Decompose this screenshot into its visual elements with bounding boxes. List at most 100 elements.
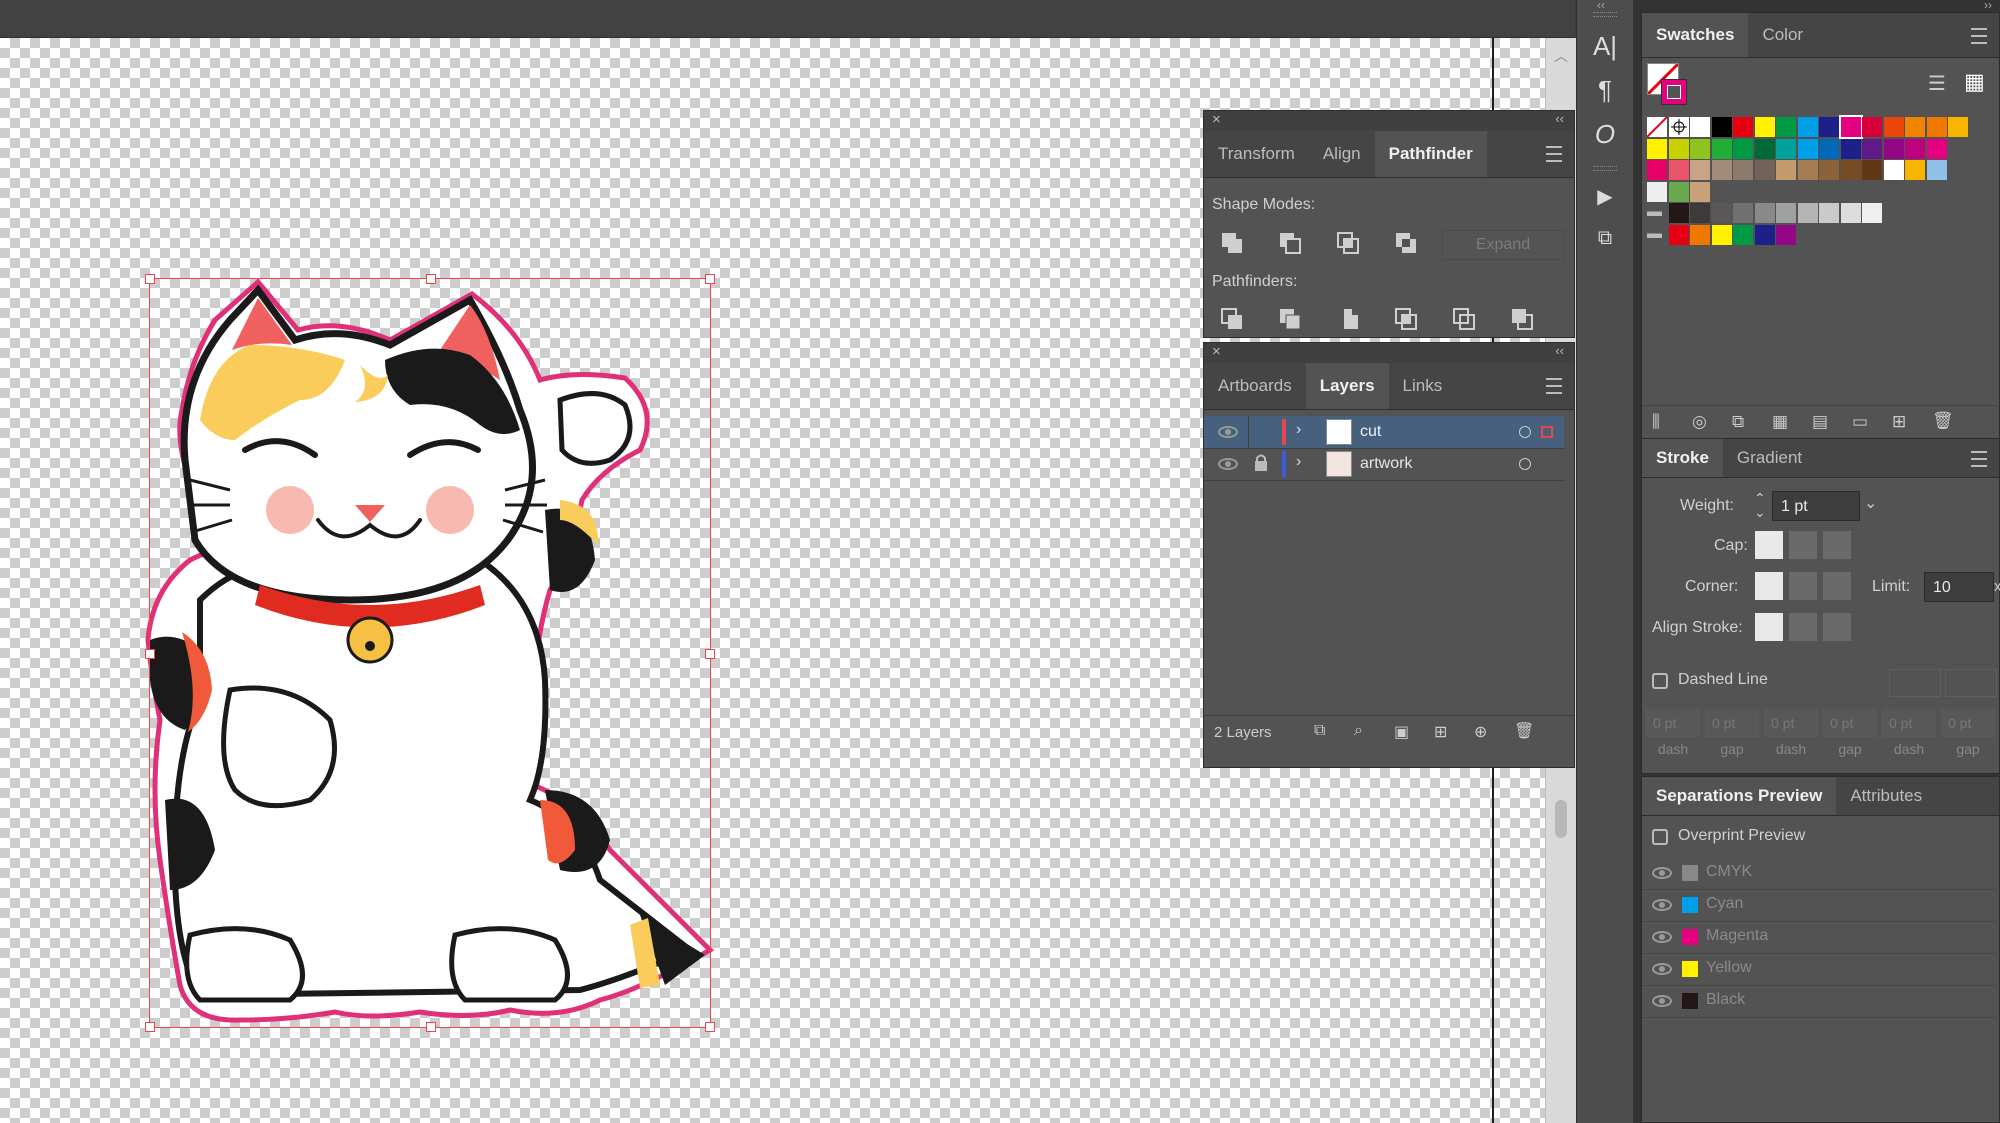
swatch[interactable] [1905, 117, 1925, 137]
tab-gradient[interactable]: Gradient [1723, 439, 1816, 477]
tab-artboards[interactable]: Artboards [1204, 363, 1306, 409]
plate-row-yellow[interactable]: Yellow [1642, 953, 1997, 986]
handle-top-right[interactable] [705, 274, 715, 284]
new-color-group-icon[interactable]: ▭ [1852, 412, 1868, 432]
panel-titlebar[interactable]: × ‹‹ [1204, 111, 1574, 131]
chevron-right-icon[interactable]: › [1296, 453, 1301, 471]
swatch[interactable] [1668, 203, 1689, 223]
swatch[interactable] [1647, 160, 1667, 180]
expand-icon[interactable]: ›› [1984, 0, 1992, 12]
swatch[interactable] [1883, 117, 1904, 137]
artboard-navigator-icon[interactable]: ⧉ [1583, 218, 1627, 258]
swatch[interactable] [1690, 224, 1710, 245]
panel-menu-icon[interactable] [1546, 146, 1562, 162]
swatch[interactable] [1862, 138, 1882, 159]
swatch-options-icon[interactable]: ⧉ [1732, 412, 1744, 432]
visibility-eye-icon[interactable] [1652, 995, 1672, 1007]
panel-menu-icon[interactable] [1971, 28, 1987, 44]
trim-button[interactable] [1274, 304, 1306, 334]
collapse-icon[interactable]: ‹‹ [1555, 343, 1564, 358]
handle-bottom-middle[interactable] [426, 1022, 436, 1032]
swatch[interactable] [1840, 160, 1861, 180]
swatch-pattern-leaf[interactable] [1668, 181, 1689, 202]
dash-input[interactable]: 0 pt [1646, 709, 1700, 737]
unite-button[interactable] [1216, 228, 1248, 258]
swatch[interactable] [1840, 138, 1861, 159]
plate-row-cyan[interactable]: Cyan [1642, 889, 1997, 922]
clipping-mask-icon[interactable]: ▣ [1394, 722, 1409, 742]
layer-row-artwork[interactable]: › artwork [1204, 448, 1564, 481]
swatch-library-list-icon[interactable]: ▤ [1812, 412, 1828, 432]
merge-button[interactable] [1332, 304, 1364, 334]
projecting-cap-button[interactable] [1823, 531, 1851, 559]
list-view-icon[interactable]: ☰ [1928, 71, 1946, 96]
swatch[interactable] [1797, 160, 1818, 180]
align-inside-button[interactable] [1789, 613, 1817, 641]
grid-view-icon[interactable]: ▦ [1964, 69, 1985, 95]
swatch[interactable] [1668, 138, 1689, 159]
tab-separations-preview[interactable]: Separations Preview [1642, 777, 1837, 815]
weight-stepper[interactable]: ⌃ ⌄ [1754, 491, 1766, 519]
round-join-button[interactable] [1789, 572, 1817, 600]
swatch[interactable] [1862, 203, 1882, 223]
swatch[interactable] [1711, 224, 1732, 245]
swatch[interactable] [1690, 117, 1710, 137]
swatch[interactable] [1838, 115, 1863, 139]
layer-name[interactable]: artwork [1360, 455, 1412, 473]
swatch[interactable] [1776, 160, 1796, 180]
grip-handle[interactable] [1593, 12, 1617, 17]
swatch[interactable] [1754, 138, 1775, 159]
visibility-eye-icon[interactable] [1652, 963, 1672, 975]
swatch-pattern-dots[interactable] [1647, 181, 1667, 202]
swatch[interactable] [1647, 138, 1667, 159]
swatch[interactable] [1797, 138, 1818, 159]
handle-middle-left[interactable] [145, 649, 155, 659]
handle-top-middle[interactable] [426, 274, 436, 284]
swatch[interactable] [1668, 224, 1689, 245]
panel-menu-icon[interactable] [1546, 378, 1562, 394]
visibility-eye-icon[interactable] [1218, 426, 1238, 438]
gap-input[interactable]: 0 pt [1941, 709, 1995, 737]
scroll-up-icon[interactable]: ︿ [1554, 46, 1568, 66]
tab-layers[interactable]: Layers [1305, 363, 1389, 409]
swatch-libraries-icon[interactable]: ⫼ [1652, 412, 1660, 432]
swatch[interactable] [1776, 117, 1796, 137]
visibility-eye-icon[interactable] [1652, 899, 1672, 911]
align-center-button[interactable] [1755, 613, 1783, 641]
bevel-join-button[interactable] [1823, 572, 1851, 600]
swatch[interactable] [1733, 117, 1753, 137]
swatch[interactable] [1754, 160, 1775, 180]
tab-swatches[interactable]: Swatches [1642, 13, 1749, 57]
swatch[interactable] [1754, 117, 1775, 137]
new-layer-icon[interactable]: ⊕ [1474, 722, 1487, 742]
swatch[interactable] [1819, 160, 1839, 180]
target-circle-icon[interactable] [1519, 426, 1531, 438]
swatch[interactable] [1948, 117, 1968, 137]
grip-handle[interactable] [1593, 166, 1617, 171]
weight-input[interactable]: 1 pt [1772, 491, 1860, 521]
search-icon[interactable]: ⌕ [1354, 722, 1363, 740]
visibility-eye-icon[interactable] [1218, 458, 1238, 470]
preserve-dash-button[interactable] [1889, 669, 1941, 697]
tab-transform[interactable]: Transform [1204, 131, 1309, 177]
panel-titlebar[interactable]: × ‹‹ [1204, 343, 1574, 363]
swatch-pattern-tile[interactable] [1690, 181, 1710, 202]
lock-toggle[interactable] [1248, 416, 1277, 448]
visibility-eye-icon[interactable] [1652, 867, 1672, 879]
swatch[interactable] [1776, 203, 1796, 223]
close-icon[interactable]: × [1212, 343, 1221, 360]
swatch[interactable] [1926, 117, 1947, 137]
handle-bottom-right[interactable] [705, 1022, 715, 1032]
swatch[interactable] [1819, 203, 1839, 223]
lock-icon[interactable] [1254, 454, 1267, 471]
trash-icon[interactable]: 🗑 [1932, 411, 1954, 431]
swatch[interactable] [1819, 117, 1839, 137]
visibility-eye-icon[interactable] [1652, 931, 1672, 943]
swatch[interactable] [1690, 203, 1710, 223]
swatch[interactable] [1711, 138, 1732, 159]
target-circle-icon[interactable] [1519, 458, 1531, 470]
swatch[interactable] [1883, 138, 1904, 159]
swatch[interactable] [1668, 160, 1689, 180]
tab-pathfinder[interactable]: Pathfinder [1374, 131, 1487, 177]
export-icon[interactable]: ⧉ [1314, 722, 1325, 740]
